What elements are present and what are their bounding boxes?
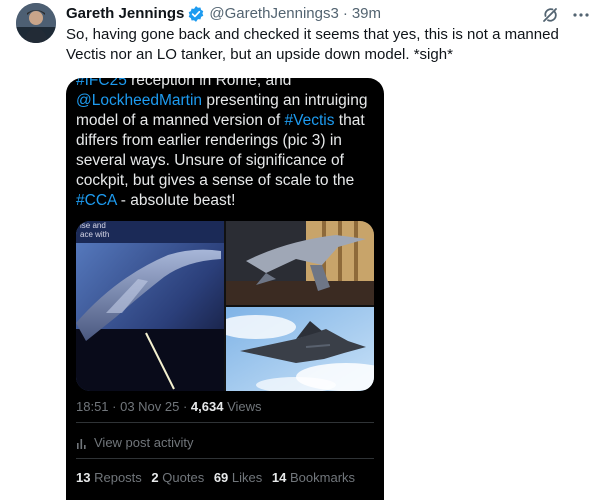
likes-stat[interactable]: 69 Likes <box>214 470 262 485</box>
divider <box>76 458 374 459</box>
quoted-date: 18:51 · 03 Nov 25 · <box>76 399 191 414</box>
quoted-link[interactable]: @LockheedMartin <box>76 92 202 109</box>
activity-label: View post activity <box>94 435 194 450</box>
post-time[interactable]: 39m <box>352 4 381 24</box>
reposts-stat[interactable]: 13 Reposts <box>76 470 142 485</box>
media-grid: ise and ace with <box>76 221 374 391</box>
separator-dot: · <box>342 5 348 22</box>
bookmarks-stat[interactable]: 14 Bookmarks <box>272 470 355 485</box>
quoted-post[interactable]: #IFC25 reception in Rome, and @LockheedM… <box>66 78 384 500</box>
image-model-top-view[interactable] <box>226 221 374 305</box>
tweet-text: So, having gone back and checked it seem… <box>66 26 559 63</box>
grok-icon[interactable] <box>540 5 560 25</box>
engagement-stats: 13 Reposts 2 Quotes 69 Likes 14 Bookmark… <box>76 469 361 487</box>
quoted-text-segment: reception in Rome, and <box>126 78 292 89</box>
views-count: 4,634 <box>190 399 224 414</box>
verified-badge-icon <box>187 5 205 23</box>
view-activity-link[interactable]: View post activity <box>76 434 193 452</box>
quoted-timestamp[interactable]: 18:51 · 03 Nov 25 · 4,634 Views <box>76 398 262 416</box>
quoted-text: #IFC25 reception in Rome, and @LockheedM… <box>76 78 376 211</box>
avatar[interactable] <box>16 3 56 43</box>
image-render-flight[interactable] <box>216 307 374 391</box>
quoted-text-segment: - absolute beast! <box>116 192 236 209</box>
quoted-link[interactable]: #IFC25 <box>76 78 127 89</box>
activity-chart-icon <box>76 436 90 450</box>
quoted-link[interactable]: #Vectis <box>285 112 335 129</box>
image-model-side-view[interactable]: ise and ace with <box>76 221 224 391</box>
more-icon[interactable] <box>571 5 591 25</box>
quotes-stat[interactable]: 2 Quotes <box>151 470 204 485</box>
quoted-link[interactable]: #CCA <box>76 192 117 209</box>
author-name[interactable]: Gareth Jennings <box>66 4 184 24</box>
author-handle[interactable]: @GarethJennings3 <box>209 4 338 24</box>
tweet-header: Gareth Jennings @GarethJennings3 · 39m <box>66 3 381 25</box>
tweet: Gareth Jennings @GarethJennings3 · 39m S… <box>0 0 603 500</box>
image-overlay-text: ise and ace with <box>80 221 110 239</box>
views-label: Views <box>223 399 262 414</box>
divider <box>76 422 374 423</box>
